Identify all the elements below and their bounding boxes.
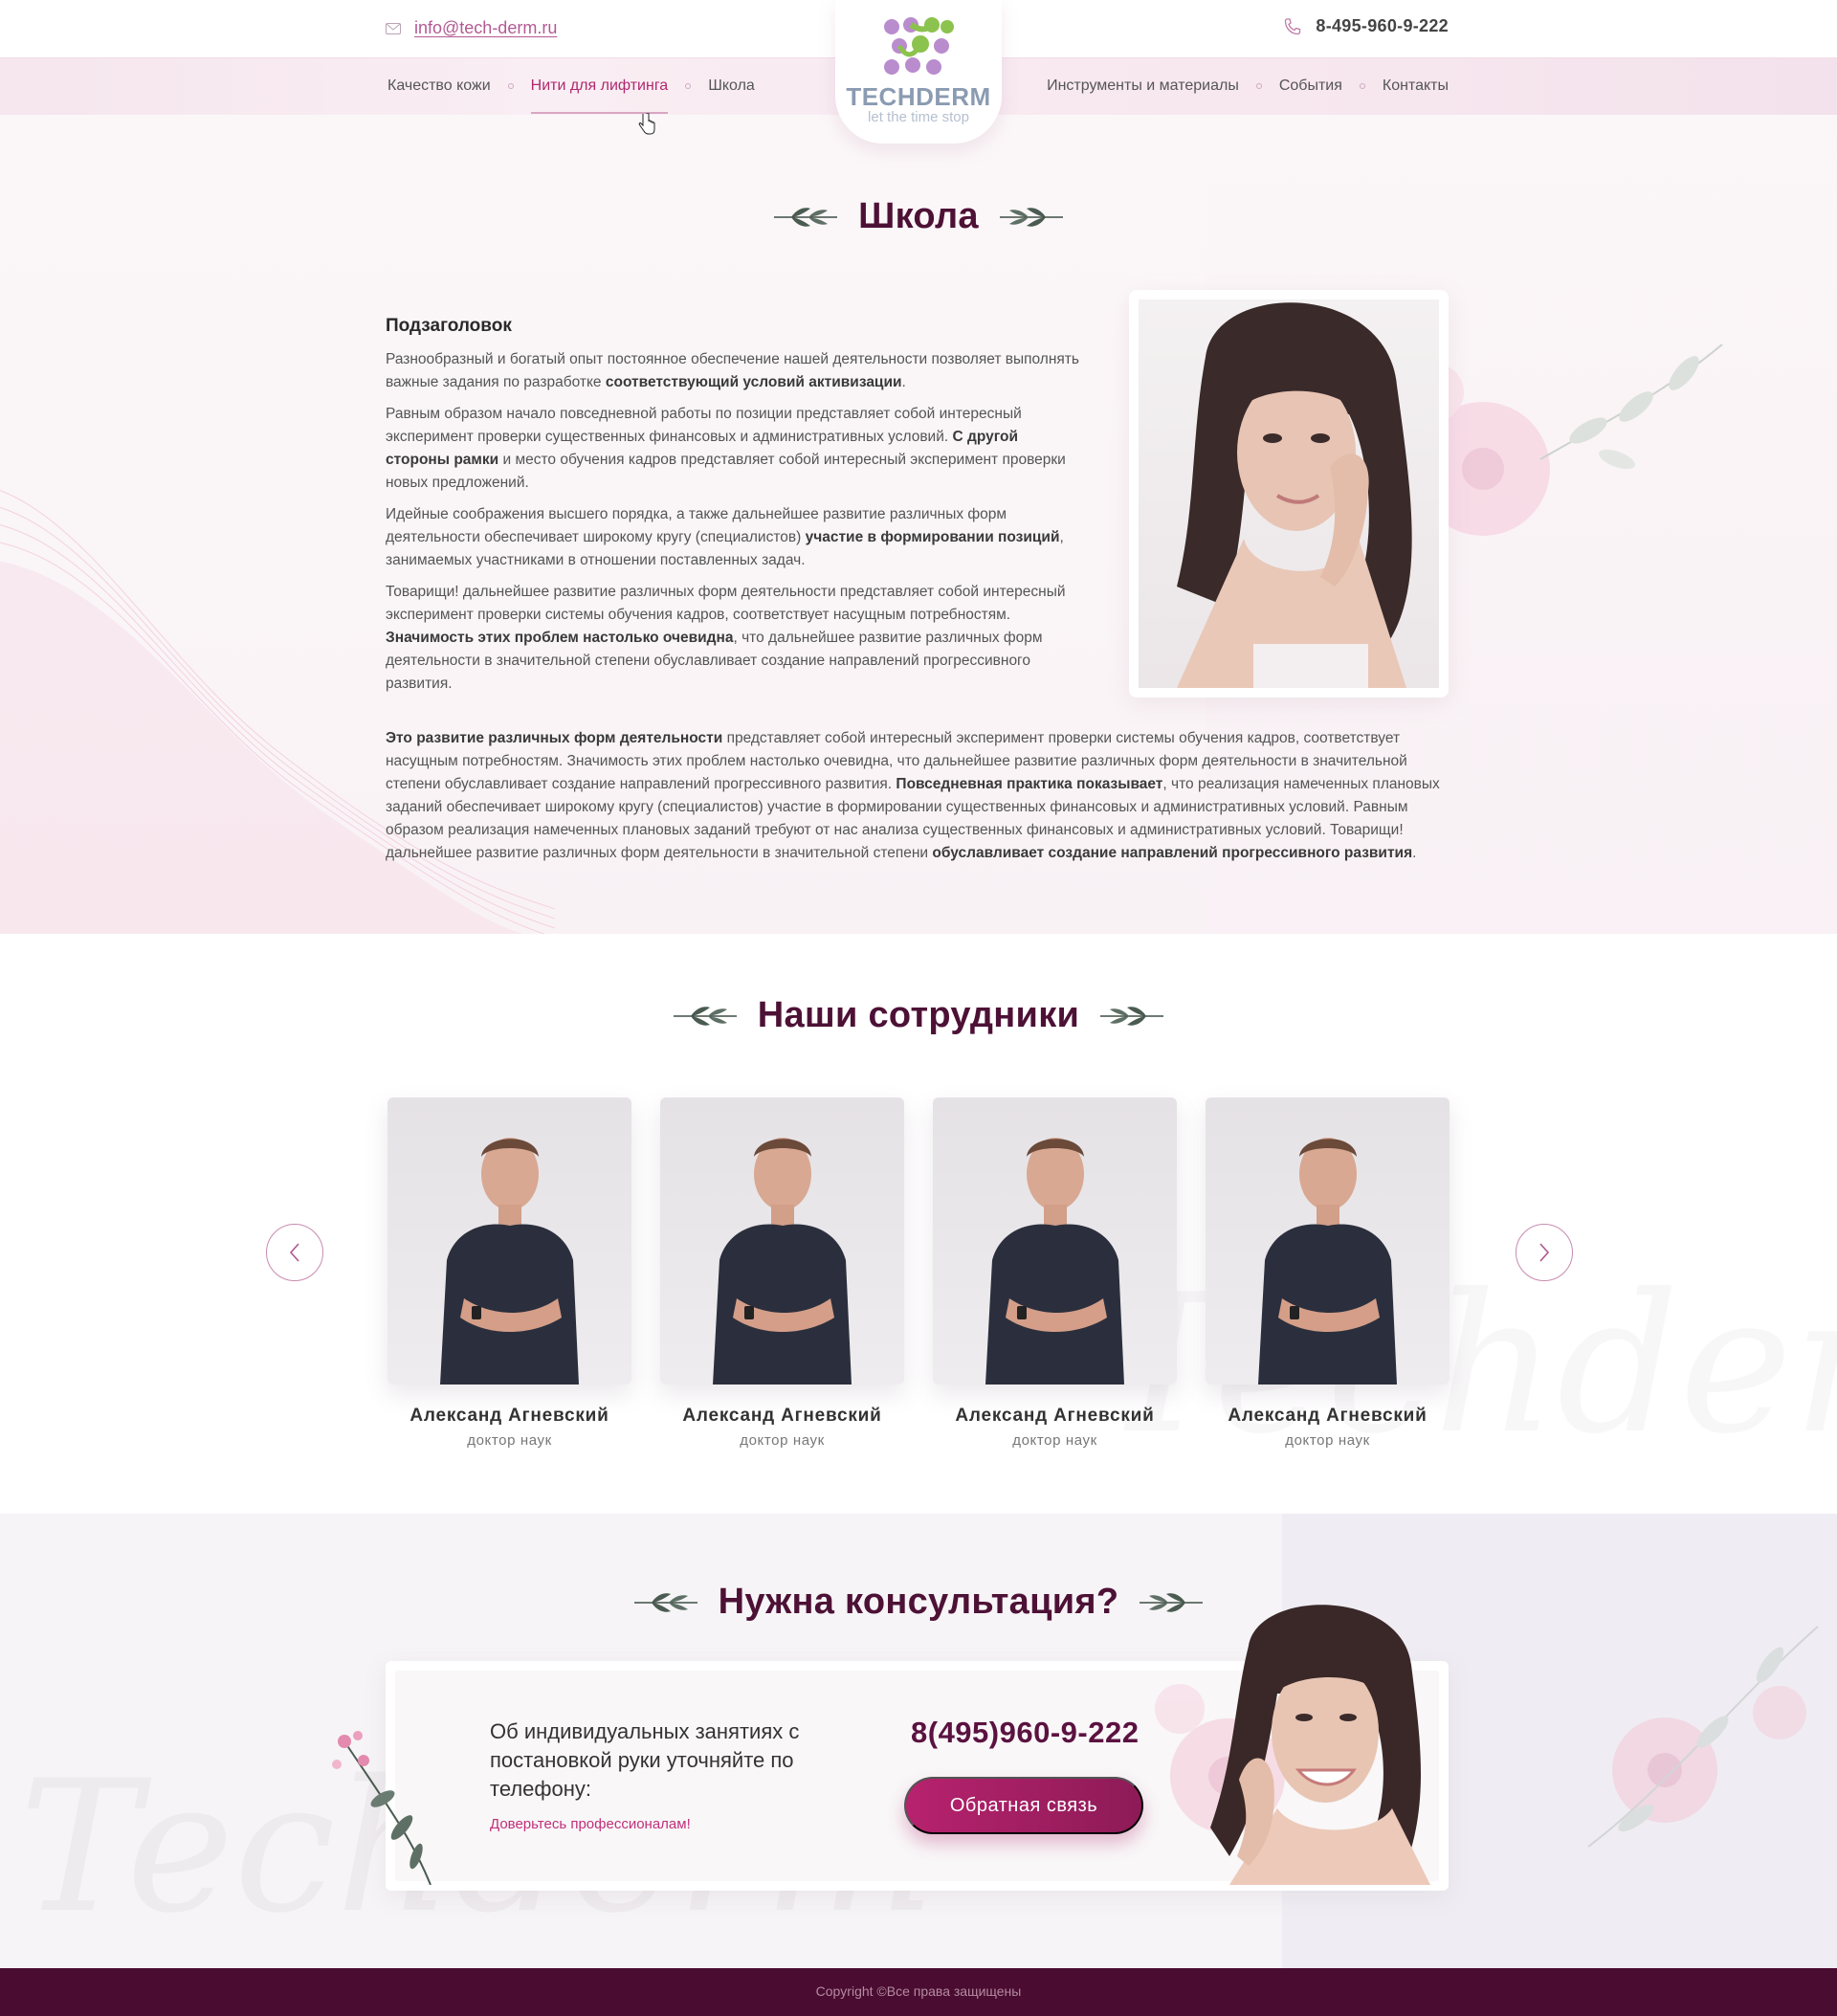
staff-name: Александ Агневский — [955, 1406, 1155, 1426]
flower-branch-decoration — [332, 1731, 432, 1885]
woman-portrait-image — [1139, 299, 1439, 688]
floral-decoration — [1406, 343, 1723, 536]
feedback-button[interactable]: Обратная связь — [904, 1777, 1143, 1834]
logo-tagline: let the time stop — [868, 109, 969, 125]
header-email: info@tech-derm.ru — [386, 18, 557, 38]
chevron-right-icon — [1539, 1243, 1550, 1262]
staff-role: доктор наук — [1012, 1432, 1097, 1449]
leaf-left-icon — [673, 1006, 737, 1026]
nav-item-contacts[interactable]: Контакты — [1383, 78, 1449, 95]
nav-item-lifting-threads[interactable]: Нити для лифтинга — [530, 78, 668, 114]
school-text-column: Подзаголовок Разнообразный и богатый опы… — [386, 316, 1084, 704]
school-paragraph-4: Товарищи! дальнейшее развитие различных … — [386, 584, 1066, 692]
leaf-right-icon — [1100, 1006, 1164, 1026]
staff-name: Александ Агневский — [1228, 1406, 1428, 1426]
consult-title: Нужна консультация? — [712, 1582, 1125, 1622]
staff-name: Александ Агневский — [409, 1406, 609, 1426]
smiling-woman-image — [1191, 1588, 1450, 1885]
school-paragraph-1: Разнообразный и богатый опыт постоянное … — [386, 351, 1079, 390]
consult-subtext: Доверьтесь профессионалам! — [490, 1816, 691, 1832]
chevron-left-icon — [289, 1243, 299, 1262]
school-photo-frame — [1129, 290, 1449, 698]
footer-copyright: Copyright ©Все права защищены — [815, 1983, 1022, 1999]
staff-card[interactable]: Александ Агневский доктор наук — [933, 1097, 1177, 1449]
phone-icon — [1285, 17, 1301, 34]
staff-photo — [660, 1097, 904, 1385]
logo-name: TECHDERM — [846, 82, 991, 111]
staff-photo — [1206, 1097, 1450, 1385]
nav-item-tools[interactable]: Инструменты и материалы — [1047, 78, 1239, 95]
staff-photo — [387, 1097, 631, 1385]
carousel-next-button[interactable] — [1516, 1224, 1573, 1281]
nav-right: Инструменты и материалы События Контакты — [1047, 78, 1449, 95]
leaf-left-icon — [774, 207, 838, 227]
nav-left: Качество кожи Нити для лифтинга Школа — [387, 78, 755, 114]
staff-card[interactable]: Александ Агневский доктор наук — [1206, 1097, 1450, 1449]
logo[interactable]: TECHDERM let the time stop — [835, 0, 1002, 144]
email-link[interactable]: info@tech-derm.ru — [414, 18, 557, 38]
techderm-logo-icon — [884, 17, 954, 75]
nav-separator — [685, 83, 692, 89]
school-title: Школа — [852, 196, 985, 236]
school-paragraph-5: Это развитие различных форм деятельности… — [386, 730, 1440, 861]
consult-title-block: Нужна консультация? — [631, 1582, 1206, 1623]
staff-title-block: Наши сотрудники — [631, 995, 1206, 1036]
nav-item-school[interactable]: Школа — [708, 78, 755, 95]
floral-decoration — [1587, 1626, 1819, 1848]
nav-separator — [1359, 83, 1365, 89]
staff-role: доктор наук — [467, 1432, 552, 1449]
carousel-prev-button[interactable] — [266, 1224, 323, 1281]
leaf-right-icon — [999, 207, 1063, 227]
nav-separator — [1255, 83, 1262, 89]
nav-separator — [507, 83, 514, 89]
school-paragraph-3: Идейные соображения высшего порядка, а т… — [386, 506, 1064, 568]
staff-photo — [933, 1097, 1177, 1385]
header-phone-number[interactable]: 8-495-960-9-222 — [1316, 16, 1449, 36]
staff-role: доктор наук — [1285, 1432, 1370, 1449]
leaf-left-icon — [633, 1592, 697, 1612]
nav-item-skin-quality[interactable]: Качество кожи — [387, 78, 491, 95]
staff-card[interactable]: Александ Агневский доктор наук — [660, 1097, 904, 1449]
staff-title: Наши сотрудники — [751, 995, 1086, 1035]
staff-name: Александ Агневский — [682, 1406, 882, 1426]
staff-role: доктор наук — [740, 1432, 825, 1449]
consult-phone-number[interactable]: 8(495)960-9-222 — [911, 1716, 1139, 1750]
nav-item-events[interactable]: События — [1279, 78, 1342, 95]
envelope-icon — [386, 22, 401, 34]
school-paragraph-2: Равным образом начало повседневной работ… — [386, 406, 1066, 491]
staff-card[interactable]: Александ Агневский доктор наук — [387, 1097, 631, 1449]
header-phone: 8-495-960-9-222 — [1283, 16, 1449, 36]
cursor-icon — [638, 113, 655, 135]
consult-description: Об индивидуальных занятиях с постановкой… — [490, 1719, 800, 1801]
footer: Copyright ©Все права защищены — [0, 1968, 1837, 2016]
page: info@tech-derm.ru 8-495-960-9-222 Качест… — [0, 0, 1837, 2016]
school-title-block: Школа — [727, 196, 1110, 237]
school-subheading: Подзаголовок — [386, 316, 512, 336]
